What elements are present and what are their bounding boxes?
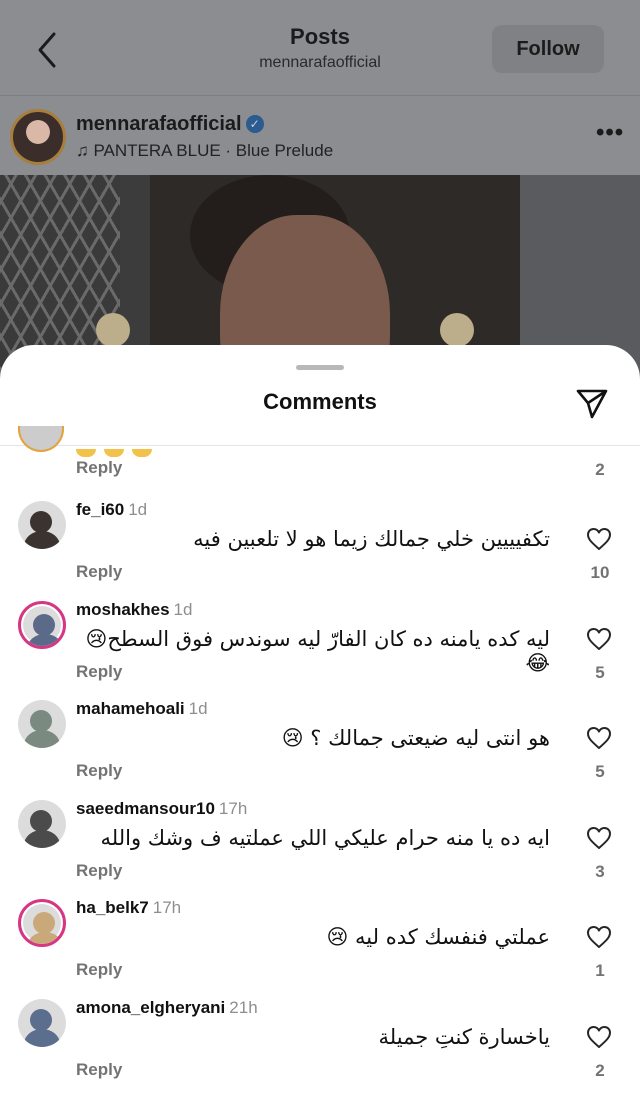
avatar-body [24,531,60,549]
comment-username-line[interactable]: saeedmansour10 17h [76,799,247,819]
like-count: 10 [590,563,610,582]
share-icon[interactable] [574,385,610,421]
comment-item: saeedmansour10 17h ايه ده يا منه حرام عليك… [0,796,640,895]
heart-icon[interactable] [586,1025,612,1049]
comment-text: ليه كده يامنه ده كان الفارّ ليه سوندس فو… [85,626,550,675]
like-count: 2 [595,460,605,479]
like-count: 5 [595,762,605,781]
post-header: mennarafaofficial ✓ ♫ PANTERA BLUE · Blue… [0,97,640,175]
commenter-avatar[interactable] [18,799,66,848]
avatar-head [33,912,55,934]
avatar-body [24,1028,60,1047]
heart-icon[interactable] [586,527,612,551]
avatar-body [27,633,63,646]
heart-icon[interactable] [586,726,612,750]
like-count: 5 [595,662,605,682]
reply-button[interactable]: Reply [76,662,122,682]
comment-username[interactable]: amona_elgheryani [76,998,225,1017]
comment-username[interactable]: moshakhes [76,600,170,619]
comment-item: mahamehoali 1d هو انتى ليه ضيعتى جمالك ؟ 😢… [0,696,640,795]
comment-item: moshakhes 1d ليه كده يامنه ده كان الفارّ ل… [0,597,640,696]
commenter-avatar[interactable] [18,600,66,649]
commenter-avatar[interactable] [18,998,66,1047]
comment-timestamp: 17h [218,798,248,818]
comment-item: fe_i60 1d تكفيييين خلي جمالك زيما هو لا تل… [0,497,640,596]
comment-timestamp: 1d [188,699,208,718]
commenter-avatar[interactable] [18,700,66,748]
comment-text: ايه ده يا منه حرام عليكي اللي عملتيه ف و… [100,825,551,850]
commenter-avatar[interactable] [18,426,64,452]
comment-username[interactable]: mahamehoali [76,699,185,718]
photo-light-bulb [96,313,130,347]
comments-sheet: Comments Reply 2 fe_i60 1d تكفيييين خلي جم… [0,345,640,1099]
like-count: 2 [595,1060,605,1080]
comment-username[interactable]: ha_belk7 [76,898,149,917]
sheet-drag-handle[interactable] [296,365,344,370]
comment-timestamp: 1d [128,500,148,519]
top-nav-bar: Posts mennarafaofficial Follow [0,0,640,96]
post-author-username[interactable]: mennarafaofficial ✓ [76,113,264,136]
avatar-body [24,829,60,848]
comment-text: تكفيييين خلي جمالك زيما هو لا تلعبين فيه [193,527,550,551]
comment-username[interactable]: fe_i60 [76,500,124,519]
comment-timestamp: 1d [173,599,193,619]
avatar-head [30,710,52,732]
like-count: 1 [595,961,605,980]
commenter-avatar[interactable] [18,501,66,549]
like-count: 3 [595,861,605,881]
avatar-head [30,1008,52,1031]
heart-icon[interactable] [586,826,612,850]
comment-text: عملتي فنفسك كده ليه 😢 [326,925,550,949]
reply-button[interactable]: Reply [76,1060,122,1080]
reply-button[interactable]: Reply [76,458,122,478]
avatar-head [33,613,55,636]
verified-badge-icon: ✓ [245,115,264,133]
avatar-head [30,511,52,533]
post-author-avatar[interactable] [10,109,66,165]
avatar-body [27,932,63,944]
comment-username-line[interactable]: ha_belk7 17h [76,898,181,918]
reply-button[interactable]: Reply [76,761,122,781]
heart-icon[interactable] [586,627,612,651]
comment-text: ياخسارة كنتِ جميلة [378,1024,550,1049]
comment-item: amona_elgheryani 21h ياخسارة كنتِ جميلة Rep… [0,995,640,1094]
post-author-name[interactable]: mennarafaofficial [76,113,242,135]
partial-comment: Reply 2 [0,426,640,492]
commenter-avatar[interactable] [18,899,66,947]
reply-button[interactable]: Reply [76,960,122,980]
partial-emoji-row [76,444,166,457]
comment-username-line[interactable]: mahamehoali 1d [76,699,208,719]
reply-button[interactable]: Reply [76,562,122,582]
reply-button[interactable]: Reply [76,861,122,881]
comment-username-line[interactable]: fe_i60 1d [76,500,147,520]
post-music-label[interactable]: ♫ PANTERA BLUE · Blue Prelude [76,141,333,161]
avatar-head [30,809,52,832]
comment-item: ha_belk7 17h عملتي فنفسك كده ليه 😢 Reply 1 [0,895,640,994]
follow-button[interactable]: Follow [492,25,604,73]
comment-timestamp: 21h [229,997,258,1017]
avatar-body [24,730,60,748]
comment-username-line[interactable]: moshakhes 1d [76,600,192,620]
comment-timestamp: 17h [152,898,182,917]
comment-username[interactable]: saeedmansour10 [76,799,215,818]
heart-icon[interactable] [586,925,612,949]
more-options-icon[interactable]: ••• [596,119,624,147]
photo-light-bulb [440,313,474,347]
comment-text: هو انتى ليه ضيعتى جمالك ؟ 😢 [281,726,550,750]
comments-title: Comments [263,389,377,414]
comment-username-line[interactable]: amona_elgheryani 21h [76,998,258,1018]
